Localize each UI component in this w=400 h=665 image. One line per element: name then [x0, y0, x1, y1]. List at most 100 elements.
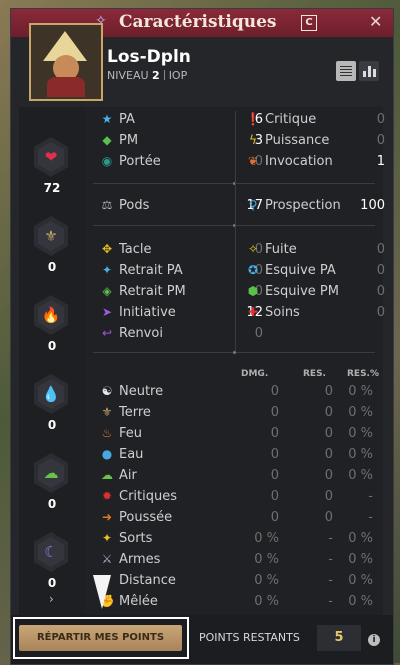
column-separator	[235, 111, 236, 351]
res-row-poussée[interactable]: ➜ Poussée 0 0 -	[99, 509, 381, 529]
level-value: 2	[152, 69, 160, 82]
stat-retrait-pa[interactable]: ✦ Retrait PA 0	[99, 262, 263, 282]
res-row-eau[interactable]: ● Eau 0 0 0 %	[99, 446, 381, 466]
stat-retrait-pm[interactable]: ◈ Retrait PM 0	[99, 283, 263, 303]
divider-dot	[233, 351, 236, 354]
element-value: 72	[43, 181, 61, 195]
res-res-pct-value: 0 %	[348, 405, 373, 420]
stat-puissance[interactable]: ϟ Puissance 0	[245, 132, 385, 152]
res-dmg-value: 0	[270, 489, 279, 504]
character-portrait	[29, 23, 103, 101]
res-row-distance[interactable]: ➶ Distance 0 % -0 %	[99, 572, 381, 592]
stat-invocation[interactable]: ❦ Invocation 1	[245, 153, 385, 173]
res-res-pct-value: -	[368, 489, 373, 504]
res-dmg-value: 0	[270, 468, 279, 483]
res-label: Terre	[119, 405, 151, 420]
res-row-sorts[interactable]: ✦ Sorts 0 % -0 %	[99, 530, 381, 550]
res-res-value: -	[328, 573, 333, 588]
stat-invocation-label: Invocation	[265, 154, 333, 169]
level-label: NIVEAU	[107, 69, 149, 82]
res-row-armes[interactable]: ⚔ Armes 0 % -0 %	[99, 551, 381, 571]
res-row-critiques[interactable]: ✹ Critiques 0 0 -	[99, 488, 381, 508]
element-value: 0	[47, 260, 57, 274]
moon-icon: ☾	[38, 537, 64, 567]
stat-critique[interactable]: ❗ Critique 0	[245, 111, 385, 131]
water-icon: ●	[101, 447, 113, 461]
stat-renvoi[interactable]: ↩ Renvoi 0	[99, 325, 263, 345]
heal-icon: ✚	[247, 305, 259, 319]
res-res-value: 0	[324, 405, 333, 420]
stat-soins[interactable]: ✚ Soins 0	[245, 304, 385, 324]
lightning-icon: ϟ	[249, 133, 257, 147]
magnifier-icon: ⚲	[248, 198, 258, 212]
stat-portée[interactable]: ◉ Portée 0	[99, 153, 263, 173]
element-force[interactable]: 🔥 0	[19, 295, 85, 373]
column-header-res: RES.	[303, 369, 326, 379]
initiative-icon: ➤	[101, 305, 113, 319]
close-button[interactable]: ✕	[369, 12, 382, 31]
res-dmg-value: 0	[270, 447, 279, 462]
element-sagesse[interactable]: ⚜ 0	[19, 216, 85, 294]
mp-dodge-icon: ⬢	[247, 284, 259, 298]
res-label: Neutre	[119, 384, 164, 399]
stat-tacle[interactable]: ✥ Tacle 0	[99, 241, 263, 261]
res-label: Air	[119, 468, 137, 483]
cloud-icon: ☁	[38, 458, 64, 488]
res-res-pct-value: 0 %	[348, 384, 373, 399]
res-res-pct-value: 0 %	[348, 447, 373, 462]
res-row-neutre[interactable]: ☯ Neutre 0 0 0 %	[99, 383, 381, 403]
stat-esquive-pm[interactable]: ⬢ Esquive PM 0	[245, 283, 385, 303]
stat-pods[interactable]: ⚖ Pods 17	[99, 197, 263, 217]
stat-fuite-value: 0	[376, 242, 385, 257]
stat-retrait-pa-label: Retrait PA	[119, 263, 183, 278]
stat-initiative[interactable]: ➤ Initiative 12	[99, 304, 263, 324]
chevron-right-icon[interactable]: ›	[49, 592, 54, 606]
res-row-air[interactable]: ☁ Air 0 0 0 %	[99, 467, 381, 487]
res-res-pct-value: 0 %	[348, 531, 373, 546]
column-header-res-pct: RES.%	[347, 369, 379, 379]
res-res-value: 0	[324, 510, 333, 525]
class-name: IOP	[168, 69, 188, 82]
stat-esquive-pm-value: 0	[376, 284, 385, 299]
stat-esquive-pa[interactable]: ✪ Esquive PA 0	[245, 262, 385, 282]
res-label: Critiques	[119, 489, 178, 504]
res-row-feu[interactable]: ♨ Feu 0 0 0 %	[99, 425, 381, 445]
chart-view-button[interactable]	[359, 61, 379, 81]
stat-prospection[interactable]: ⚲ Prospection 100	[245, 197, 385, 217]
res-res-pct-value: 0 %	[348, 468, 373, 483]
mouse-cursor-icon	[93, 575, 111, 609]
stat-pm[interactable]: ◆ PM 3	[99, 132, 263, 152]
stat-fuite[interactable]: ✧ Fuite 0	[245, 241, 385, 261]
element-vitalite[interactable]: ❤ 72	[19, 137, 85, 215]
res-res-pct-value: 0 %	[348, 426, 373, 441]
reflect-icon: ↩	[101, 326, 113, 340]
distribute-points-button[interactable]: RÉPARTIR MES POINTS	[19, 625, 182, 651]
element-value: 0	[47, 339, 57, 353]
element-intelligence[interactable]: 💧 0	[19, 374, 85, 452]
res-res-value: -	[328, 531, 333, 546]
list-view-button[interactable]	[336, 61, 356, 81]
stat-pa[interactable]: ★ PA 6	[99, 111, 263, 131]
stat-pm-label: PM	[119, 133, 139, 148]
res-res-pct-value: 0 %	[348, 552, 373, 567]
critical-icon: ✹	[101, 489, 113, 503]
shortcut-badge: C	[301, 15, 317, 31]
res-dmg-value: 0 %	[254, 594, 279, 609]
ap-reduction-icon: ✦	[101, 263, 113, 277]
res-dmg-value: 0	[270, 426, 279, 441]
invocation-icon: ❦	[247, 154, 259, 168]
res-row-terre[interactable]: ⚜ Terre 0 0 0 %	[99, 404, 381, 424]
res-row-mêlée[interactable]: ✊ Mêlée 0 % -0 %	[99, 593, 381, 613]
stat-portée-label: Portée	[119, 154, 161, 169]
character-level: NIVEAU 2 IOP	[107, 69, 187, 82]
info-icon[interactable]: i	[368, 634, 380, 646]
element-chance[interactable]: ☁ 0	[19, 453, 85, 531]
sprout-icon: ⚜	[38, 221, 64, 251]
res-res-pct-value: -	[368, 510, 373, 525]
stat-puissance-value: 0	[376, 133, 385, 148]
element-value: 0	[47, 576, 57, 590]
weight-icon: ⚖	[101, 198, 113, 212]
res-dmg-value: 0	[270, 384, 279, 399]
res-label: Poussée	[119, 510, 173, 525]
res-dmg-value: 0	[270, 405, 279, 420]
